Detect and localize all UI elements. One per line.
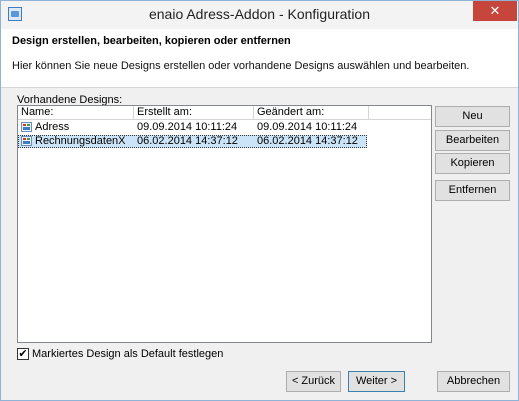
designs-list[interactable]: Name: Erstellt am: Geändert am: Adress 0…: [17, 105, 432, 343]
remove-button[interactable]: Entfernen: [435, 180, 510, 201]
new-button[interactable]: Neu: [435, 106, 510, 127]
edit-button[interactable]: Bearbeiten: [435, 130, 510, 151]
design-name: Adress: [35, 121, 70, 133]
close-icon[interactable]: ✕: [473, 1, 517, 21]
header-title: Design erstellen, bearbeiten, kopieren o…: [12, 35, 291, 47]
default-checkbox-label: Markiertes Design als Default festlegen: [32, 348, 224, 360]
column-header-created[interactable]: Erstellt am:: [134, 106, 254, 120]
column-header-name[interactable]: Name:: [18, 106, 134, 120]
table-row[interactable]: RechnungsdatenX 06.02.2014 14:37:12 06.0…: [18, 135, 367, 148]
copy-button[interactable]: Kopieren: [435, 153, 510, 174]
back-button[interactable]: < Zurück: [286, 371, 341, 392]
column-header-modified[interactable]: Geändert am:: [254, 106, 369, 120]
design-created: 06.02.2014 14:37:12: [137, 135, 238, 147]
next-button[interactable]: Weiter >: [348, 371, 405, 392]
design-icon: [21, 136, 32, 146]
design-created: 09.09.2014 10:11:24: [137, 121, 238, 133]
title-bar: enaio Adress-Addon - Konfiguration ✕: [1, 1, 518, 29]
column-header-filler: [369, 106, 431, 120]
window-title: enaio Adress-Addon - Konfiguration: [148, 6, 371, 22]
table-row[interactable]: Adress 09.09.2014 10:11:24 09.09.2014 10…: [18, 121, 431, 134]
default-checkbox[interactable]: ✔: [17, 348, 29, 360]
design-icon: [21, 122, 32, 132]
design-name: RechnungsdatenX: [35, 135, 126, 147]
content-area: Vorhandene Designs: Name: Erstellt am: G…: [1, 88, 518, 400]
wizard-header: Design erstellen, bearbeiten, kopieren o…: [1, 29, 518, 88]
design-modified: 09.09.2014 10:11:24: [257, 121, 358, 133]
cancel-button[interactable]: Abbrechen: [437, 371, 510, 392]
design-modified: 06.02.2014 14:37:12: [257, 135, 358, 147]
config-window: enaio Adress-Addon - Konfiguration ✕ Des…: [0, 0, 519, 401]
header-description: Hier können Sie neue Designs erstellen o…: [12, 60, 470, 72]
